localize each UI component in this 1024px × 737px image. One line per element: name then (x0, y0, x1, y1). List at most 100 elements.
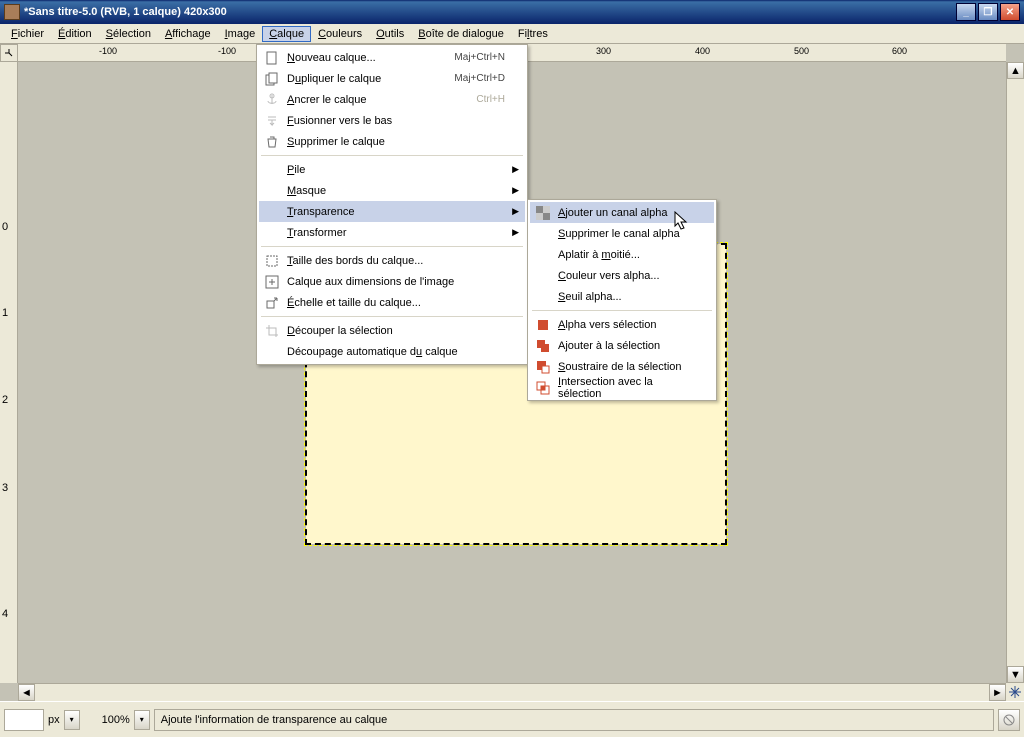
transparence-item-6[interactable]: Alpha vers sélection (530, 314, 714, 335)
calque-item-11[interactable]: Taille des bords du calque... (259, 250, 525, 271)
transparence-item-4: Seuil alpha... (530, 286, 714, 307)
calque-label-16: Découpage automatique du calque (287, 346, 505, 358)
transparence-item-1: Supprimer le canal alpha (530, 223, 714, 244)
transparence-label-0: Ajouter un canal alpha (558, 207, 694, 219)
calque-item-8[interactable]: Transparence▶ (259, 201, 525, 222)
status-pos (4, 709, 44, 731)
calque-label-6: Pile (287, 164, 505, 176)
menu-fichier[interactable]: Fichier (4, 26, 51, 42)
new-icon (263, 50, 281, 66)
blank-icon (534, 289, 552, 305)
menu-slection[interactable]: Sélection (99, 26, 158, 42)
transparence-item-0[interactable]: Ajouter un canal alpha (530, 202, 714, 223)
transparence-label-2: Aplatir à moitié... (558, 249, 694, 261)
blank-icon (534, 247, 552, 263)
menu-filtres[interactable]: Filtres (511, 26, 555, 42)
calque-item-12[interactable]: Calque aux dimensions de l'image (259, 271, 525, 292)
zoom-dropdown-button[interactable]: ▾ (134, 710, 150, 730)
calque-item-13[interactable]: Échelle et taille du calque... (259, 292, 525, 313)
calque-item-2: Ancrer le calqueCtrl+H (259, 89, 525, 110)
sel-sub-icon (534, 359, 552, 375)
checker-icon (534, 205, 552, 221)
ruler-origin[interactable] (0, 44, 18, 62)
unit-select[interactable]: px ▾ (48, 710, 80, 730)
transparence-item-9[interactable]: Intersection avec la sélection (530, 377, 714, 398)
anchor-icon (263, 92, 281, 108)
calque-item-7[interactable]: Masque▶ (259, 180, 525, 201)
statusbar: px ▾ 100% ▾ Ajoute l'information de tran… (0, 701, 1024, 737)
window-buttons: _ ❐ ✕ (956, 3, 1020, 21)
menu-couleurs[interactable]: Couleurs (311, 26, 369, 42)
calque-label-0: Nouveau calque... (287, 52, 454, 64)
calque-label-11: Taille des bords du calque... (287, 255, 505, 267)
calque-item-0[interactable]: Nouveau calque...Maj+Ctrl+N (259, 47, 525, 68)
toimg-icon (263, 274, 281, 290)
calque-label-2: Ancrer le calque (287, 94, 476, 106)
calque-label-13: Échelle et taille du calque... (287, 297, 505, 309)
menu-dition[interactable]: Édition (51, 26, 99, 42)
menu-affichage[interactable]: Affichage (158, 26, 218, 42)
transparence-label-1: Supprimer le canal alpha (558, 228, 694, 240)
scrollbar-horizontal[interactable]: ◄ ► (18, 683, 1006, 701)
scroll-down-button[interactable]: ▼ (1007, 666, 1024, 683)
calque-label-8: Transparence (287, 206, 505, 218)
bounds-icon (263, 253, 281, 269)
blank-icon (263, 183, 281, 199)
app-icon (4, 4, 20, 20)
cancel-icon[interactable] (998, 709, 1020, 731)
calque-label-7: Masque (287, 185, 505, 197)
calque-item-15: Découper la sélection (259, 320, 525, 341)
sel-add-icon (534, 338, 552, 354)
scroll-left-button[interactable]: ◄ (18, 684, 35, 701)
window-title: *Sans titre-5.0 (RVB, 1 calque) 420x300 (24, 6, 956, 18)
blank-icon (263, 225, 281, 241)
close-button[interactable]: ✕ (1000, 3, 1020, 21)
dup-icon (263, 71, 281, 87)
blank-icon (263, 344, 281, 360)
scroll-right-button[interactable]: ► (989, 684, 1006, 701)
transparence-item-3[interactable]: Couleur vers alpha... (530, 265, 714, 286)
ruler-vertical[interactable]: 01234 (0, 62, 18, 683)
submenu-arrow-icon: ▶ (512, 164, 519, 175)
transparence-item-8[interactable]: Soustraire de la sélection (530, 356, 714, 377)
transparence-label-7: Ajouter à la sélection (558, 340, 694, 352)
transparence-label-9: Intersection avec la sélection (558, 376, 694, 400)
menubar: FichierÉditionSélectionAffichageImageCal… (0, 24, 1024, 44)
calque-item-4[interactable]: Supprimer le calque (259, 131, 525, 152)
zoom-select[interactable]: 100% ▾ (102, 710, 150, 730)
calque-item-3: Fusionner vers le bas (259, 110, 525, 131)
calque-item-1[interactable]: Dupliquer le calqueMaj+Ctrl+D (259, 68, 525, 89)
calque-label-9: Transformer (287, 227, 505, 239)
scale-icon (263, 295, 281, 311)
unit-label: px (48, 714, 60, 726)
minimize-button[interactable]: _ (956, 3, 976, 21)
menu-image[interactable]: Image (218, 26, 263, 42)
calque-item-9[interactable]: Transformer ▶ (259, 222, 525, 243)
blank-icon (263, 204, 281, 220)
navigation-icon[interactable] (1006, 683, 1024, 701)
calque-item-16[interactable]: Découpage automatique du calque (259, 341, 525, 362)
transparence-label-4: Seuil alpha... (558, 291, 694, 303)
crop-icon (263, 323, 281, 339)
transparence-label-3: Couleur vers alpha... (558, 270, 694, 282)
merge-icon (263, 113, 281, 129)
calque-item-6[interactable]: Pile ▶ (259, 159, 525, 180)
blank-icon (534, 268, 552, 284)
submenu-arrow-icon: ▶ (512, 227, 519, 238)
unit-dropdown-button[interactable]: ▾ (64, 710, 80, 730)
transparence-item-2: Aplatir à moitié... (530, 244, 714, 265)
calque-label-15: Découper la sélection (287, 325, 505, 337)
blank-icon (534, 226, 552, 242)
menu-calque[interactable]: Calque (262, 26, 311, 42)
transparence-item-7[interactable]: Ajouter à la sélection (530, 335, 714, 356)
scroll-up-button[interactable]: ▲ (1007, 62, 1024, 79)
transparence-label-8: Soustraire de la sélection (558, 361, 694, 373)
calque-label-12: Calque aux dimensions de l'image (287, 276, 505, 288)
calque-label-3: Fusionner vers le bas (287, 115, 505, 127)
calque-label-1: Dupliquer le calque (287, 73, 454, 85)
zoom-label: 100% (102, 714, 130, 726)
menu-outils[interactable]: Outils (369, 26, 411, 42)
maximize-button[interactable]: ❐ (978, 3, 998, 21)
menu-botededialogue[interactable]: Boîte de dialogue (411, 26, 511, 42)
scrollbar-vertical[interactable]: ▲ ▼ (1006, 62, 1024, 683)
